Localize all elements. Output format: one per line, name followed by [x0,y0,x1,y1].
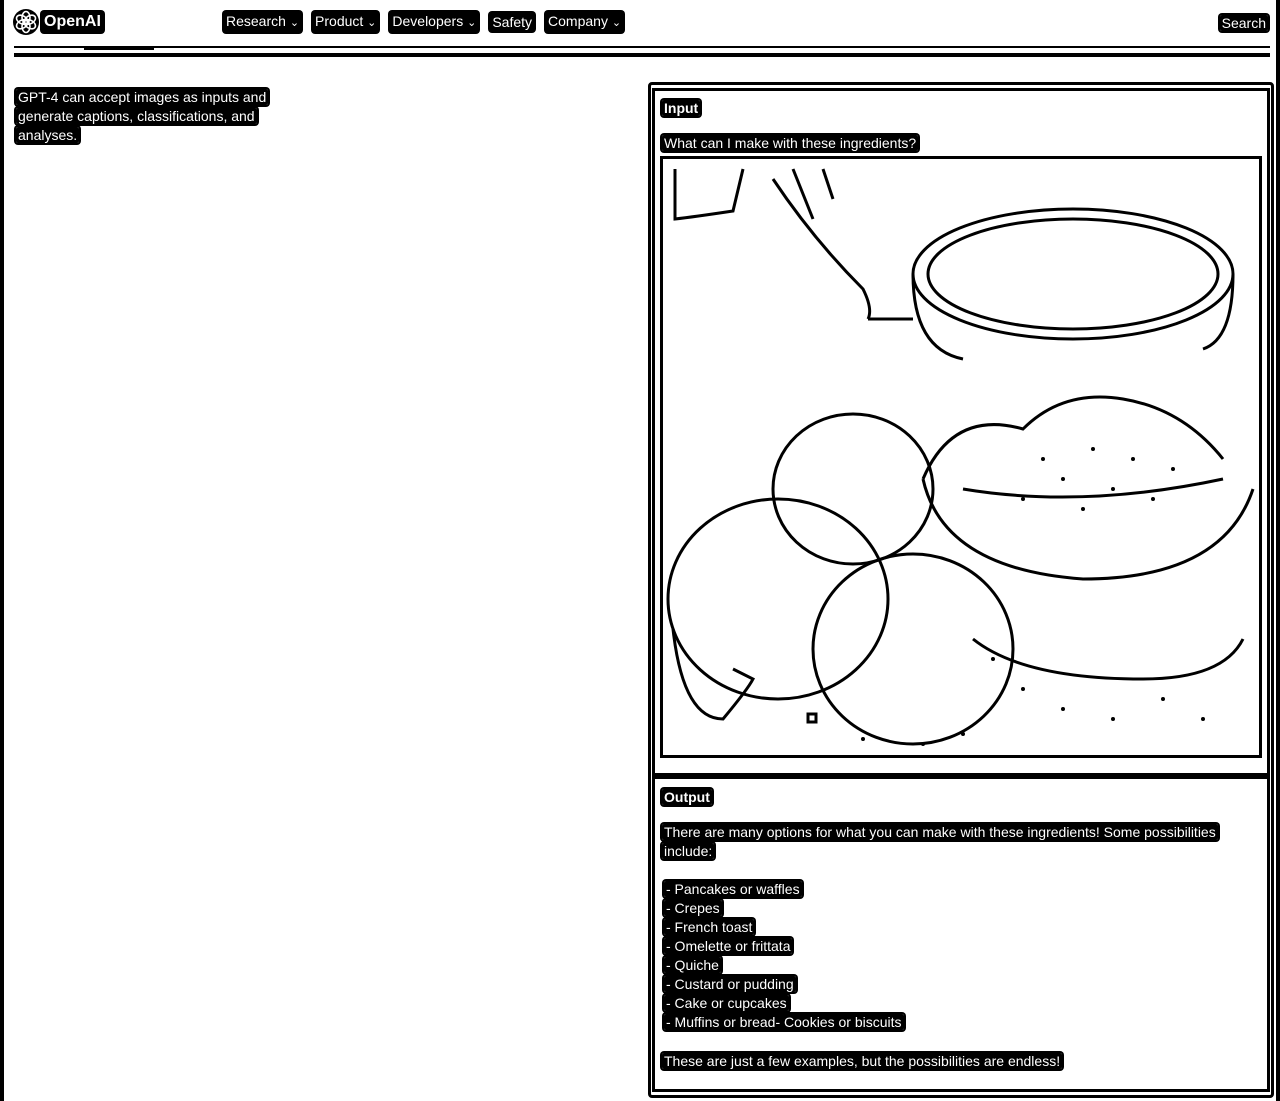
nav-item-safety[interactable]: Safety [490,12,535,32]
list-item: - French toast [664,919,755,935]
search-button[interactable]: Search [1219,14,1268,33]
nav-item-company[interactable]: Company ⌄ [546,12,624,32]
site-header: OpenAI Research ⌄ Product ⌄ Developers ⌄… [0,0,1280,60]
image-caption: GPT-4 can accept images as inputs and ge… [16,88,278,145]
output-closing: These are just a few examples, but the p… [662,1053,1063,1069]
active-tab-underline [84,48,154,50]
caption-text: GPT-4 can accept images as inputs and ge… [16,89,269,143]
output-intro: There are many options for what you can … [662,824,1218,859]
nav-label: Developers ⌄ [390,12,479,32]
header-divider-thick [14,53,1270,57]
chevron-down-icon: ⌄ [367,17,377,29]
logo-text: OpenAI [42,12,103,32]
output-list: - Pancakes or waffles - Crepes - French … [664,880,1064,1032]
nav-label: Research ⌄ [224,12,302,32]
list-item: - Quiche [664,957,721,973]
openai-logo[interactable]: OpenAI [12,8,103,36]
nav-label: Product ⌄ [313,12,379,32]
list-item: - Pancakes or waffles [664,881,802,897]
nav-item-product[interactable]: Product ⌄ [313,12,379,32]
list-item: - Crepes [664,900,722,916]
nav-item-research[interactable]: Research ⌄ [224,12,302,32]
input-prompt: What can I make with these ingredients? [662,135,919,151]
chevron-down-icon: ⌄ [289,17,300,29]
list-item: - Cake or cupcakes [664,995,789,1011]
header-divider [14,46,1270,48]
ingredients-photo-icon [666,168,1255,746]
main-nav: Research ⌄ Product ⌄ Developers ⌄ Safety… [224,12,635,32]
output-label: Output [662,789,712,805]
input-label: Input [662,100,701,116]
chevron-down-icon: ⌄ [467,17,477,29]
nav-item-developers[interactable]: Developers ⌄ [390,12,479,32]
list-item: - Muffins or bread- Cookies or biscuits [664,1014,904,1030]
list-item: - Omelette or frittata [664,938,793,954]
nav-label: Company ⌄ [546,12,624,32]
search-label: Search [1219,15,1268,31]
nav-label: Safety [490,13,535,31]
chevron-down-icon: ⌄ [611,17,622,29]
ingredients-image [660,156,1262,758]
openai-logo-icon [13,9,39,35]
list-item: - Custard or pudding [664,976,796,992]
